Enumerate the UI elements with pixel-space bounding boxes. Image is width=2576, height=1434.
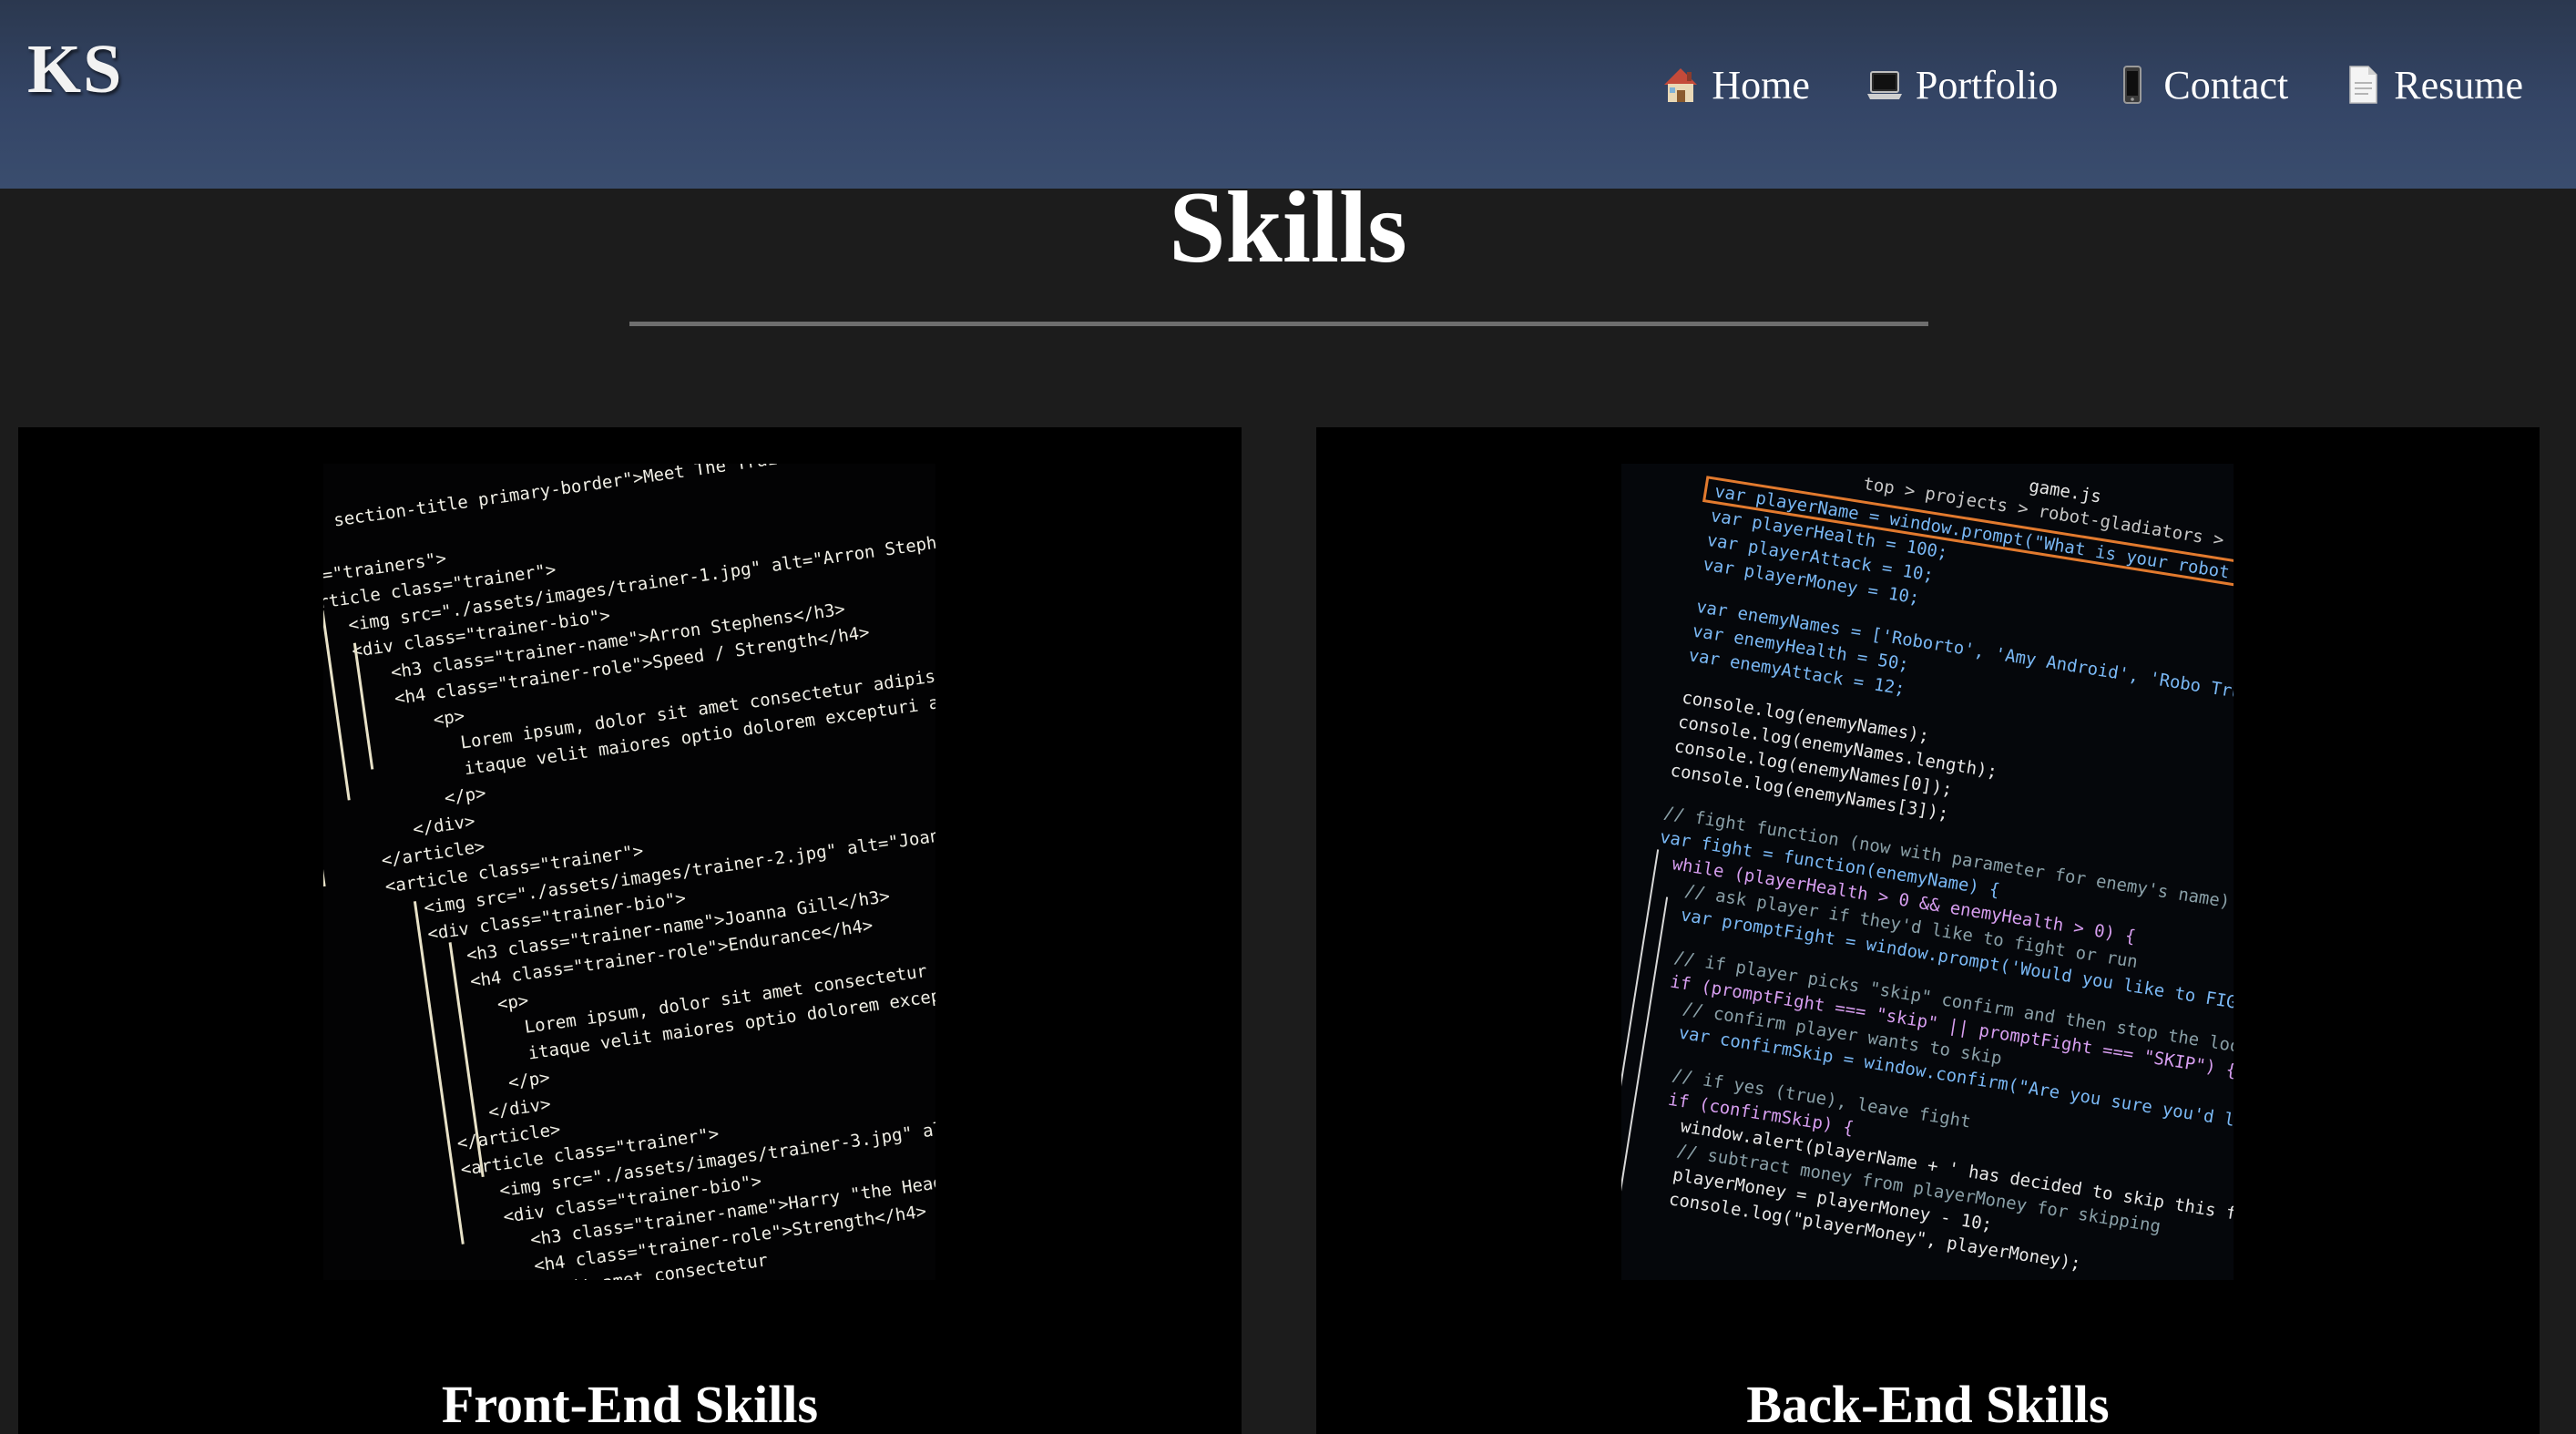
- nav-portfolio-label: Portfolio: [1915, 62, 2059, 108]
- site-logo[interactable]: KS: [27, 31, 123, 108]
- html-code-image: section-title primary-border">Meet The T…: [323, 464, 935, 1280]
- nav-resume[interactable]: Resume: [2345, 62, 2523, 108]
- skill-card-back-end[interactable]: game.jstop > projects > robot-gladiators…: [1316, 427, 2540, 1434]
- house-icon: [1664, 68, 1698, 102]
- nav-home[interactable]: Home: [1662, 62, 1810, 108]
- nav-contact[interactable]: Contact: [2114, 62, 2288, 108]
- title-divider: [629, 322, 1928, 326]
- card-caption: Back-End Skills: [1746, 1375, 2110, 1434]
- skill-card-front-end[interactable]: section-title primary-border">Meet The T…: [18, 427, 1242, 1434]
- page: KS Home Portfolio Contact Resume Skills …: [0, 0, 2576, 1434]
- html-code-photo: section-title primary-border">Meet The T…: [323, 464, 935, 1280]
- main-nav: Home Portfolio Contact Resume: [1606, 53, 2523, 117]
- nav-home-label: Home: [1712, 62, 1810, 108]
- section-title: Skills: [1169, 171, 1407, 284]
- nav-contact-label: Contact: [2163, 62, 2289, 108]
- document-icon: [2349, 66, 2377, 104]
- javascript-code-image: game.jstop > projects > robot-gladiators…: [1621, 464, 2234, 1280]
- laptop-icon: [1866, 71, 1902, 99]
- nav-resume-label: Resume: [2394, 62, 2523, 108]
- javascript-code-photo: game.jstop > projects > robot-gladiators…: [1621, 464, 2234, 1280]
- nav-portfolio[interactable]: Portfolio: [1866, 62, 2058, 108]
- site-header: KS Home Portfolio Contact Resume: [0, 0, 2576, 189]
- mobile-phone-icon: [2123, 66, 2142, 104]
- card-caption: Front-End Skills: [441, 1375, 819, 1434]
